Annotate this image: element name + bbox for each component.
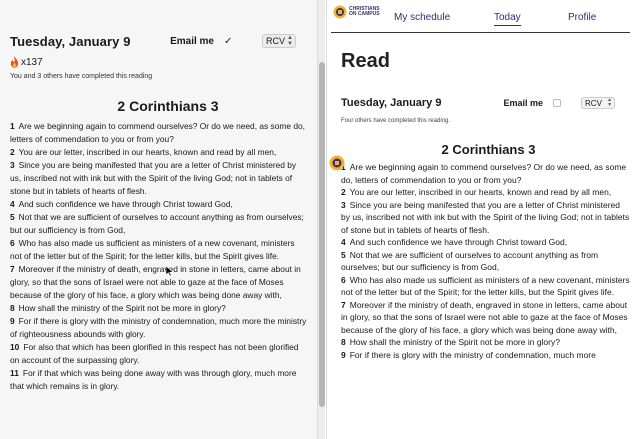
verse: 9 For if there is glory with the ministry…	[341, 349, 596, 360]
verse: 11 For if that which was being done away …	[10, 368, 297, 391]
verse: 10 For also that which has been glorified…	[10, 342, 299, 365]
email-me-checkbox[interactable]	[553, 99, 562, 107]
book-chapter-heading: 2 Corinthians 3	[117, 98, 219, 114]
verse: 6 Who has also made us sufficient as mini…	[10, 238, 295, 261]
verse: 7 Moreover if the ministry of death, engr…	[10, 264, 301, 300]
scripture-text: 1 Are we beginning again to commend ourse…	[10, 120, 308, 393]
verse: 9 For if there is glory with the ministry…	[10, 316, 307, 339]
verse: 4 And such confidence we have through Chr…	[341, 237, 568, 247]
verse: 6 Who has also made us sufficient as mini…	[341, 274, 630, 298]
version-select[interactable]: RCV ▲ ▼	[581, 97, 616, 109]
left-scrollbar[interactable]	[317, 0, 325, 439]
verse: 1 Are we beginning again to commend ourse…	[10, 121, 305, 144]
version-select[interactable]: RCV ▲ ▼	[262, 34, 296, 48]
left-reading-pane: Tuesday, January 9 Email me ✓ RCV ▲ ▼ x13…	[0, 0, 318, 439]
logo[interactable]: CHRISTIANS ON CAMPUS	[333, 5, 380, 19]
verse: 5 Not that we are sufficient of ourselves…	[341, 249, 599, 273]
verse: 8 How shall the ministry of the Spirit no…	[341, 337, 560, 347]
verse: 7 Moreover if the ministry of death, engr…	[341, 299, 628, 335]
streak-count: x137	[21, 56, 43, 68]
email-me-label: Email me	[503, 98, 544, 108]
verse: 3 Since you are being manifested that you…	[341, 199, 630, 235]
scrollbar-thumb[interactable]	[319, 62, 325, 407]
christians-on-campus-logo-icon	[333, 5, 347, 19]
active-tab-indicator	[494, 25, 521, 26]
verse: 3 Since you are being manifested that you…	[10, 160, 297, 196]
reading-date: Tuesday, January 9	[10, 33, 131, 49]
page-title: Read	[341, 50, 390, 72]
email-me-checkbox[interactable]: ✓	[224, 36, 238, 47]
nav-today[interactable]: Today	[494, 12, 521, 23]
scripture-text: 1 Are we beginning again to commend ourse…	[341, 161, 630, 361]
fire-icon	[10, 56, 19, 68]
chevron-updown-icon: ▲ ▼	[607, 97, 613, 108]
version-select-value: RCV	[585, 98, 602, 108]
verse: 8 How shall the ministry of the Spirit no…	[10, 303, 226, 313]
reading-date: Tuesday, January 9	[341, 97, 442, 109]
badge-icon[interactable]	[329, 155, 345, 171]
chevron-updown-icon: ▲ ▼	[287, 35, 293, 47]
logo-text: CHRISTIANS ON CAMPUS	[349, 6, 380, 17]
email-me-label: Email me	[170, 35, 214, 47]
book-chapter-heading: 2 Corinthians 3	[441, 142, 536, 157]
verse: 2 You are our letter, inscribed in our he…	[341, 187, 612, 197]
verse: 4 And such confidence we have through Chr…	[10, 199, 233, 209]
reading-header-row: Tuesday, January 9 Email me ✓ RCV ▲ ▼	[10, 33, 308, 49]
completion-status: You and 3 others have completed this rea…	[10, 73, 153, 80]
verse: 2 You are our letter, inscribed in our he…	[10, 147, 277, 157]
right-reading-pane: CHRISTIANS ON CAMPUS My schedule Today P…	[326, 0, 640, 439]
top-nav: CHRISTIANS ON CAMPUS My schedule Today P…	[331, 0, 630, 33]
reading-header-row: Tuesday, January 9 Email me RCV ▲ ▼	[341, 96, 640, 110]
verse: 5 Not that we are sufficient of ourselves…	[10, 212, 304, 235]
verse: 1 Are we beginning again to commend ourse…	[341, 162, 627, 185]
streak-counter: x137	[10, 55, 308, 69]
version-select-value: RCV	[266, 36, 286, 46]
completion-status: Four others have completed this reading.	[341, 118, 451, 124]
mouse-pointer-icon	[166, 266, 174, 276]
nav-profile[interactable]: Profile	[568, 12, 596, 23]
nav-my-schedule[interactable]: My schedule	[394, 12, 450, 23]
